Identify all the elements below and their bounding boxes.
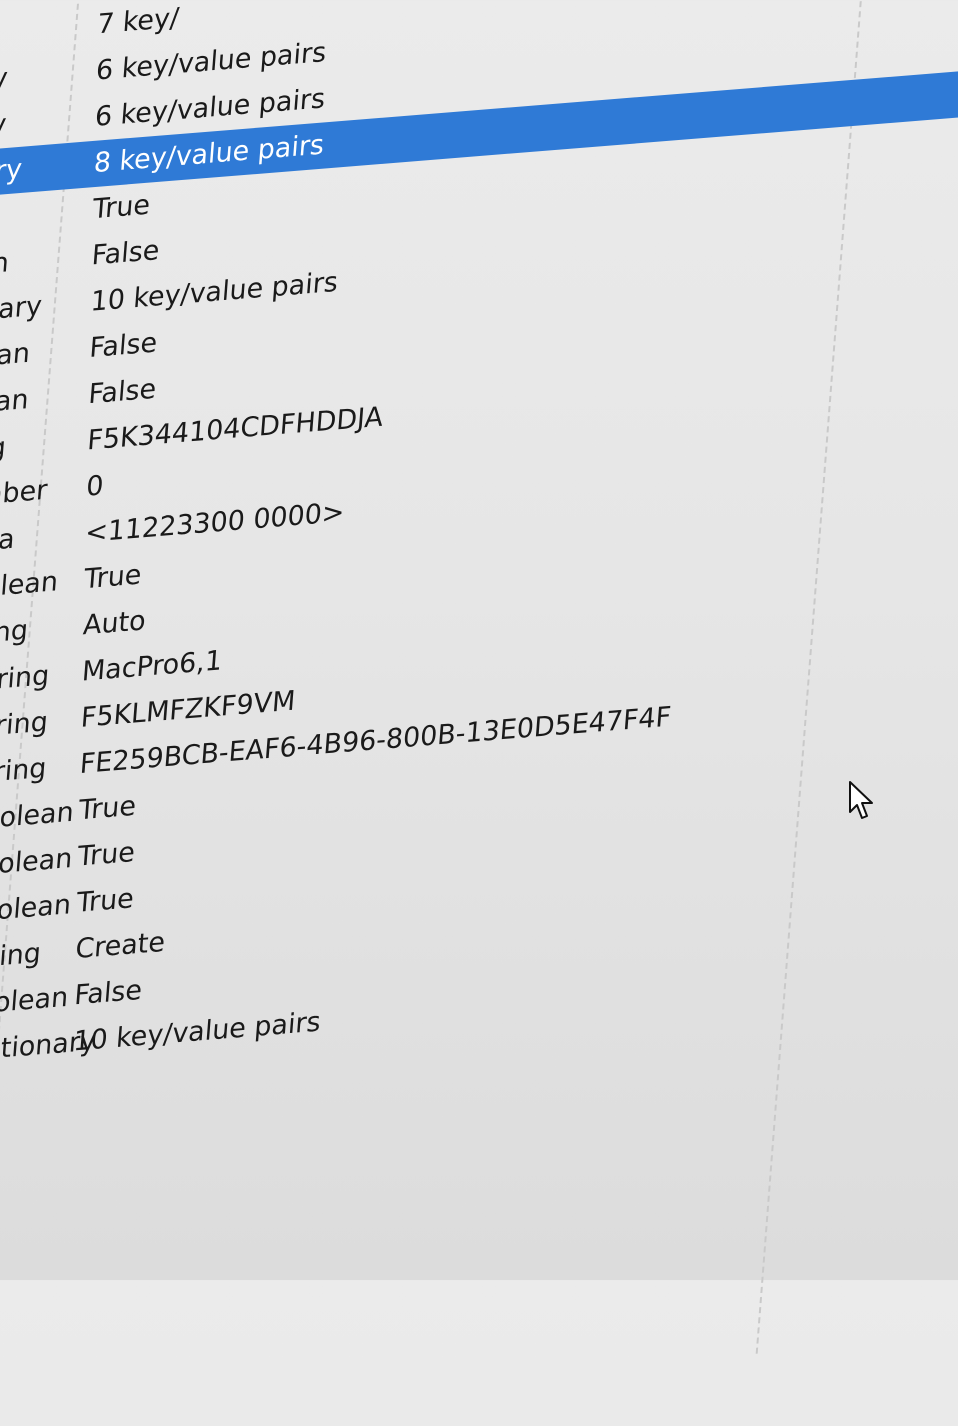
- row-type-label: Boolean: [0, 796, 75, 837]
- row-type-label: Data: [0, 523, 16, 560]
- row-type-label: String: [0, 752, 48, 791]
- row-value-cell[interactable]: True: [77, 783, 138, 834]
- row-type-label: ring: [0, 431, 8, 468]
- row-type-label: olean: [0, 337, 32, 375]
- row-type-cell[interactable]: ean: [0, 240, 11, 290]
- row-type-cell[interactable]: ionary: [0, 283, 44, 336]
- row-type-label: ary: [0, 62, 9, 98]
- row-type-cell[interactable]: String: [0, 608, 30, 661]
- row-type-label: ary: [0, 108, 8, 144]
- row-value-cell[interactable]: False: [73, 968, 144, 1020]
- row-type-label: olean: [0, 383, 30, 422]
- row-type-label: Boolean: [0, 981, 70, 1022]
- row-type-cell[interactable]: Data: [0, 516, 16, 568]
- row-value-cell[interactable]: 0: [85, 463, 106, 511]
- mouse-pointer-icon: [849, 781, 873, 819]
- row-value-cell[interactable]: 7 key/: [95, 0, 180, 49]
- row-value-cell[interactable]: True: [75, 876, 136, 927]
- row-value-cell[interactable]: Auto: [81, 598, 147, 649]
- row-type-label: lumber: [0, 474, 49, 514]
- row-value-cell[interactable]: True: [91, 182, 152, 233]
- row-type-label: Boolean: [0, 889, 73, 930]
- row-type-cell[interactable]: olean: [0, 331, 32, 383]
- plist-editor-table: ry7 key/ary6 key/value pairsary6 key/val…: [0, 0, 958, 1424]
- row-type-label: String: [0, 706, 50, 745]
- row-type-label: Boolean: [0, 566, 60, 607]
- row-type-label: Boolean: [0, 842, 74, 883]
- row-value-cell[interactable]: False: [87, 367, 158, 419]
- row-type-label: String: [0, 660, 51, 698]
- row-value-cell[interactable]: False: [88, 320, 159, 372]
- row-value-cell[interactable]: True: [76, 830, 137, 881]
- row-type-cell[interactable]: ring: [0, 425, 8, 476]
- row-value-cell[interactable]: True: [82, 552, 143, 603]
- row-type-cell[interactable]: nary: [0, 147, 24, 198]
- row-value-cell[interactable]: False: [90, 228, 161, 280]
- row-type-label: String: [0, 614, 30, 653]
- row-type-cell[interactable]: ary: [0, 102, 8, 152]
- row-type-label: String: [0, 937, 43, 976]
- row-type-cell[interactable]: olean: [0, 377, 30, 429]
- row-type-cell[interactable]: ary: [0, 55, 9, 105]
- row-type-label: nary: [0, 153, 24, 190]
- plist-rows: ry7 key/ary6 key/value pairsary6 key/val…: [0, 0, 958, 1079]
- row-type-label: ean: [0, 246, 11, 283]
- row-type-label: ionary: [0, 290, 43, 329]
- row-value-cell[interactable]: Create: [74, 920, 167, 974]
